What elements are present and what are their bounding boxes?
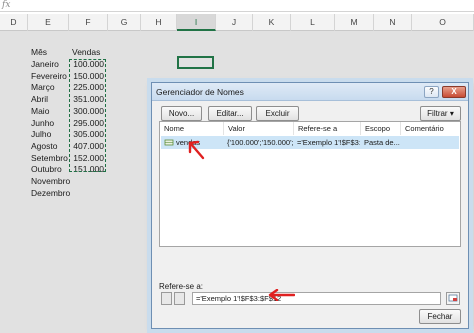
refers-to-label: Refere-se a: [159, 282, 204, 291]
close-button[interactable]: Fechar [419, 309, 461, 324]
month-cell[interactable]: Outubro [31, 163, 62, 175]
edit-button[interactable]: Editar... [208, 106, 252, 121]
month-cell[interactable]: Maio [31, 105, 49, 117]
month-cell[interactable]: Agosto [31, 140, 57, 152]
new-button[interactable]: Novo... [161, 106, 202, 121]
grid-line [27, 31, 28, 333]
active-cell[interactable] [177, 56, 214, 69]
named-range-icon [164, 139, 174, 146]
grid-line [140, 31, 141, 333]
column-header-value[interactable]: Valor [224, 122, 294, 135]
column-header-n[interactable]: N [374, 14, 412, 31]
annotation-arrow-icon [188, 140, 205, 160]
formula-bar[interactable]: fx [0, 0, 474, 12]
month-cell[interactable]: Abril [31, 93, 48, 105]
column-header-g[interactable]: G [108, 14, 141, 31]
month-cell[interactable]: Julho [31, 128, 51, 140]
column-header-h[interactable]: H [141, 14, 177, 31]
month-cell[interactable]: Março [31, 81, 55, 93]
month-cell[interactable]: Fevereiro [31, 70, 67, 82]
column-header-i[interactable]: I [177, 14, 216, 31]
refers-to-input[interactable]: ='Exemplo 1'!$F$3:$F$12 [192, 292, 441, 305]
column-header-scope[interactable]: Escopo [361, 122, 401, 135]
collapse-dialog-icon[interactable] [446, 292, 460, 305]
list-item-value: {'100.000';'150.000';... [227, 138, 293, 147]
month-cell[interactable]: Dezembro [31, 187, 70, 199]
list-item-scope: Pasta de... [364, 138, 400, 147]
dialog-titlebar[interactable]: Gerenciador de Nomes ? X [152, 83, 468, 101]
column-header-name[interactable]: Nome [160, 122, 224, 135]
column-header-k[interactable]: K [253, 14, 291, 31]
delete-button[interactable]: Excluir [256, 106, 299, 121]
month-cell[interactable]: Janeiro [31, 58, 59, 70]
column-header-l[interactable]: L [291, 14, 335, 31]
filter-button[interactable]: Filtrar ▾ [420, 106, 461, 121]
month-cell[interactable]: Setembro [31, 152, 68, 164]
column-header-m[interactable]: M [335, 14, 374, 31]
confirm-edit-icon[interactable] [174, 292, 185, 305]
function-icon[interactable]: fx [2, 0, 10, 10]
cancel-edit-icon[interactable] [161, 292, 172, 305]
column-header-refers[interactable]: Refere-se a [294, 122, 361, 135]
annotation-arrow-icon [268, 289, 295, 301]
column-header-e[interactable]: E [28, 14, 69, 31]
column-header-row: DEFGHIJKLMNO [0, 14, 474, 31]
column-header-f[interactable]: F [69, 14, 108, 31]
column-header-d[interactable]: D [0, 14, 28, 31]
column-header-comment[interactable]: Comentário [401, 122, 460, 135]
dialog-title: Gerenciador de Nomes [156, 87, 244, 97]
name-manager-dialog: Gerenciador de Nomes ? X Novo... Editar.… [151, 82, 469, 329]
grid-line [107, 31, 108, 333]
help-button[interactable]: ? [424, 86, 439, 98]
list-item-comment [404, 136, 458, 149]
list-item-refers: ='Exemplo 1'!$F$3:... [297, 138, 360, 147]
column-header-j[interactable]: J [216, 14, 253, 31]
close-icon[interactable]: X [442, 86, 466, 98]
copy-marquee-range [69, 59, 106, 172]
month-cell[interactable]: Novembro [31, 175, 70, 187]
column-header-o[interactable]: O [412, 14, 474, 31]
month-cell[interactable]: Junho [31, 117, 54, 129]
